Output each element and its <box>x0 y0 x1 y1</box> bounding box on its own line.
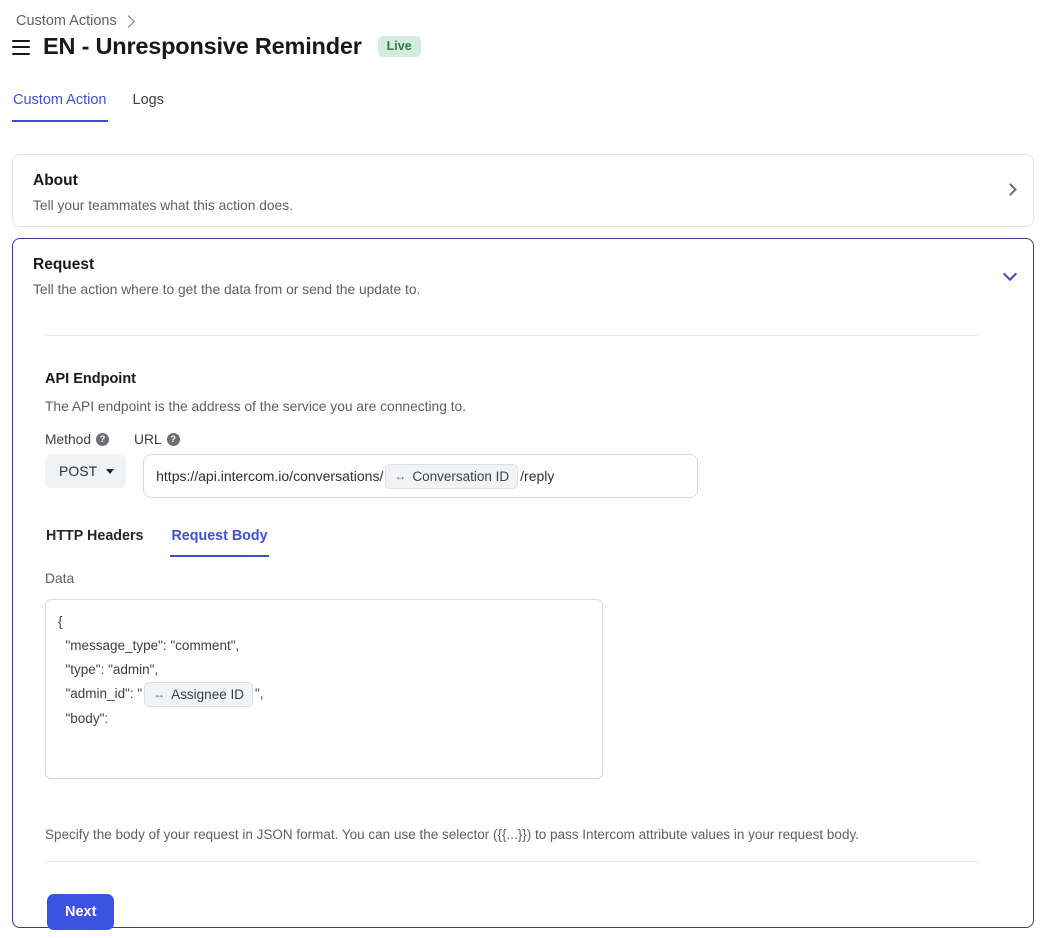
code-line-1: { <box>58 614 63 629</box>
subtab-http-headers[interactable]: HTTP Headers <box>45 525 144 557</box>
attribute-chip-label: Assignee ID <box>171 687 244 702</box>
attribute-chip-conversation-id[interactable]: ↔ Conversation ID <box>385 463 519 489</box>
data-label: Data <box>45 571 75 586</box>
request-body-editor[interactable]: { "message_type": "comment", "type": "ad… <box>45 599 603 779</box>
method-label: Method <box>45 432 92 447</box>
code-line-5-prefix: "body": <box>58 711 109 726</box>
attribute-double-arrow-icon: ↔ <box>153 687 166 701</box>
url-label: URL <box>134 432 162 447</box>
help-circle-icon[interactable]: ? <box>96 433 110 446</box>
request-card-header: Request Tell the action where to get the… <box>13 239 1033 299</box>
request-subtabs: HTTP Headers Request Body <box>45 525 269 557</box>
method-label-group: Method ? <box>45 432 134 447</box>
code-line-2: "message_type": "comment", <box>58 638 240 653</box>
help-circle-icon[interactable]: ? <box>166 433 180 446</box>
api-endpoint-title: API Endpoint <box>45 371 137 387</box>
request-card-subtitle: Tell the action where to get the data fr… <box>33 282 421 297</box>
divider-top <box>45 335 979 336</box>
next-button[interactable]: Next <box>47 894 115 930</box>
request-card: Request Tell the action where to get the… <box>12 238 1034 930</box>
main-tabs: Custom Action Logs <box>12 88 165 122</box>
code-line-4: "admin_id": " ↔ Assignee ID ", <box>58 682 590 707</box>
caret-down-icon <box>106 468 115 474</box>
method-select-value: POST <box>59 463 98 479</box>
code-line-5: "body": <box>58 707 590 778</box>
about-card-subtitle: Tell your teammates what this action doe… <box>33 198 293 213</box>
page-title: EN - Unresponsive Reminder <box>43 33 362 59</box>
api-endpoint-subtitle: The API endpoint is the address of the s… <box>45 399 467 414</box>
tab-custom-action[interactable]: Custom Action <box>12 88 108 122</box>
code-line-4-prefix: "admin_id": " <box>58 686 143 701</box>
subtab-request-body[interactable]: Request Body <box>170 525 269 557</box>
attribute-chip-assignee-id[interactable]: ↔ Assignee ID <box>144 682 253 707</box>
page-header: EN - Unresponsive Reminder Live <box>12 31 421 61</box>
request-body-helper-text: Specify the body of your request in JSON… <box>45 827 859 842</box>
chevron-right-icon <box>121 14 135 28</box>
breadcrumb-parent-link[interactable]: Custom Actions <box>16 11 117 31</box>
endpoint-input-row: POST https://api.intercom.io/conversatio… <box>45 454 699 498</box>
about-card-header: About Tell your teammates what this acti… <box>13 155 1033 215</box>
status-badge: Live <box>377 35 421 57</box>
attribute-chip-label: Conversation ID <box>412 468 510 484</box>
url-suffix-text: /reply <box>520 468 555 484</box>
code-line-4-suffix: ", <box>254 686 264 701</box>
url-prefix-text: https://api.intercom.io/conversations/ <box>156 468 384 484</box>
api-endpoint-section: API Endpoint The API endpoint is the add… <box>45 370 466 416</box>
request-card-title: Request <box>33 256 95 273</box>
code-line-3: "type": "admin", <box>58 662 159 677</box>
divider-bottom <box>45 861 979 862</box>
page-root: Custom Actions EN - Unresponsive Reminde… <box>0 0 1046 938</box>
breadcrumb: Custom Actions <box>16 11 135 31</box>
method-select[interactable]: POST <box>45 454 127 488</box>
url-label-group: URL ? <box>134 432 180 447</box>
hamburger-menu-icon[interactable] <box>12 39 30 55</box>
tab-logs[interactable]: Logs <box>132 88 165 122</box>
url-input[interactable]: https://api.intercom.io/conversations/ ↔… <box>143 454 699 498</box>
field-labels-row: Method ? URL ? <box>45 432 180 447</box>
about-card[interactable]: About Tell your teammates what this acti… <box>12 154 1034 227</box>
attribute-double-arrow-icon: ↔ <box>394 468 407 483</box>
about-card-title: About <box>33 172 78 189</box>
